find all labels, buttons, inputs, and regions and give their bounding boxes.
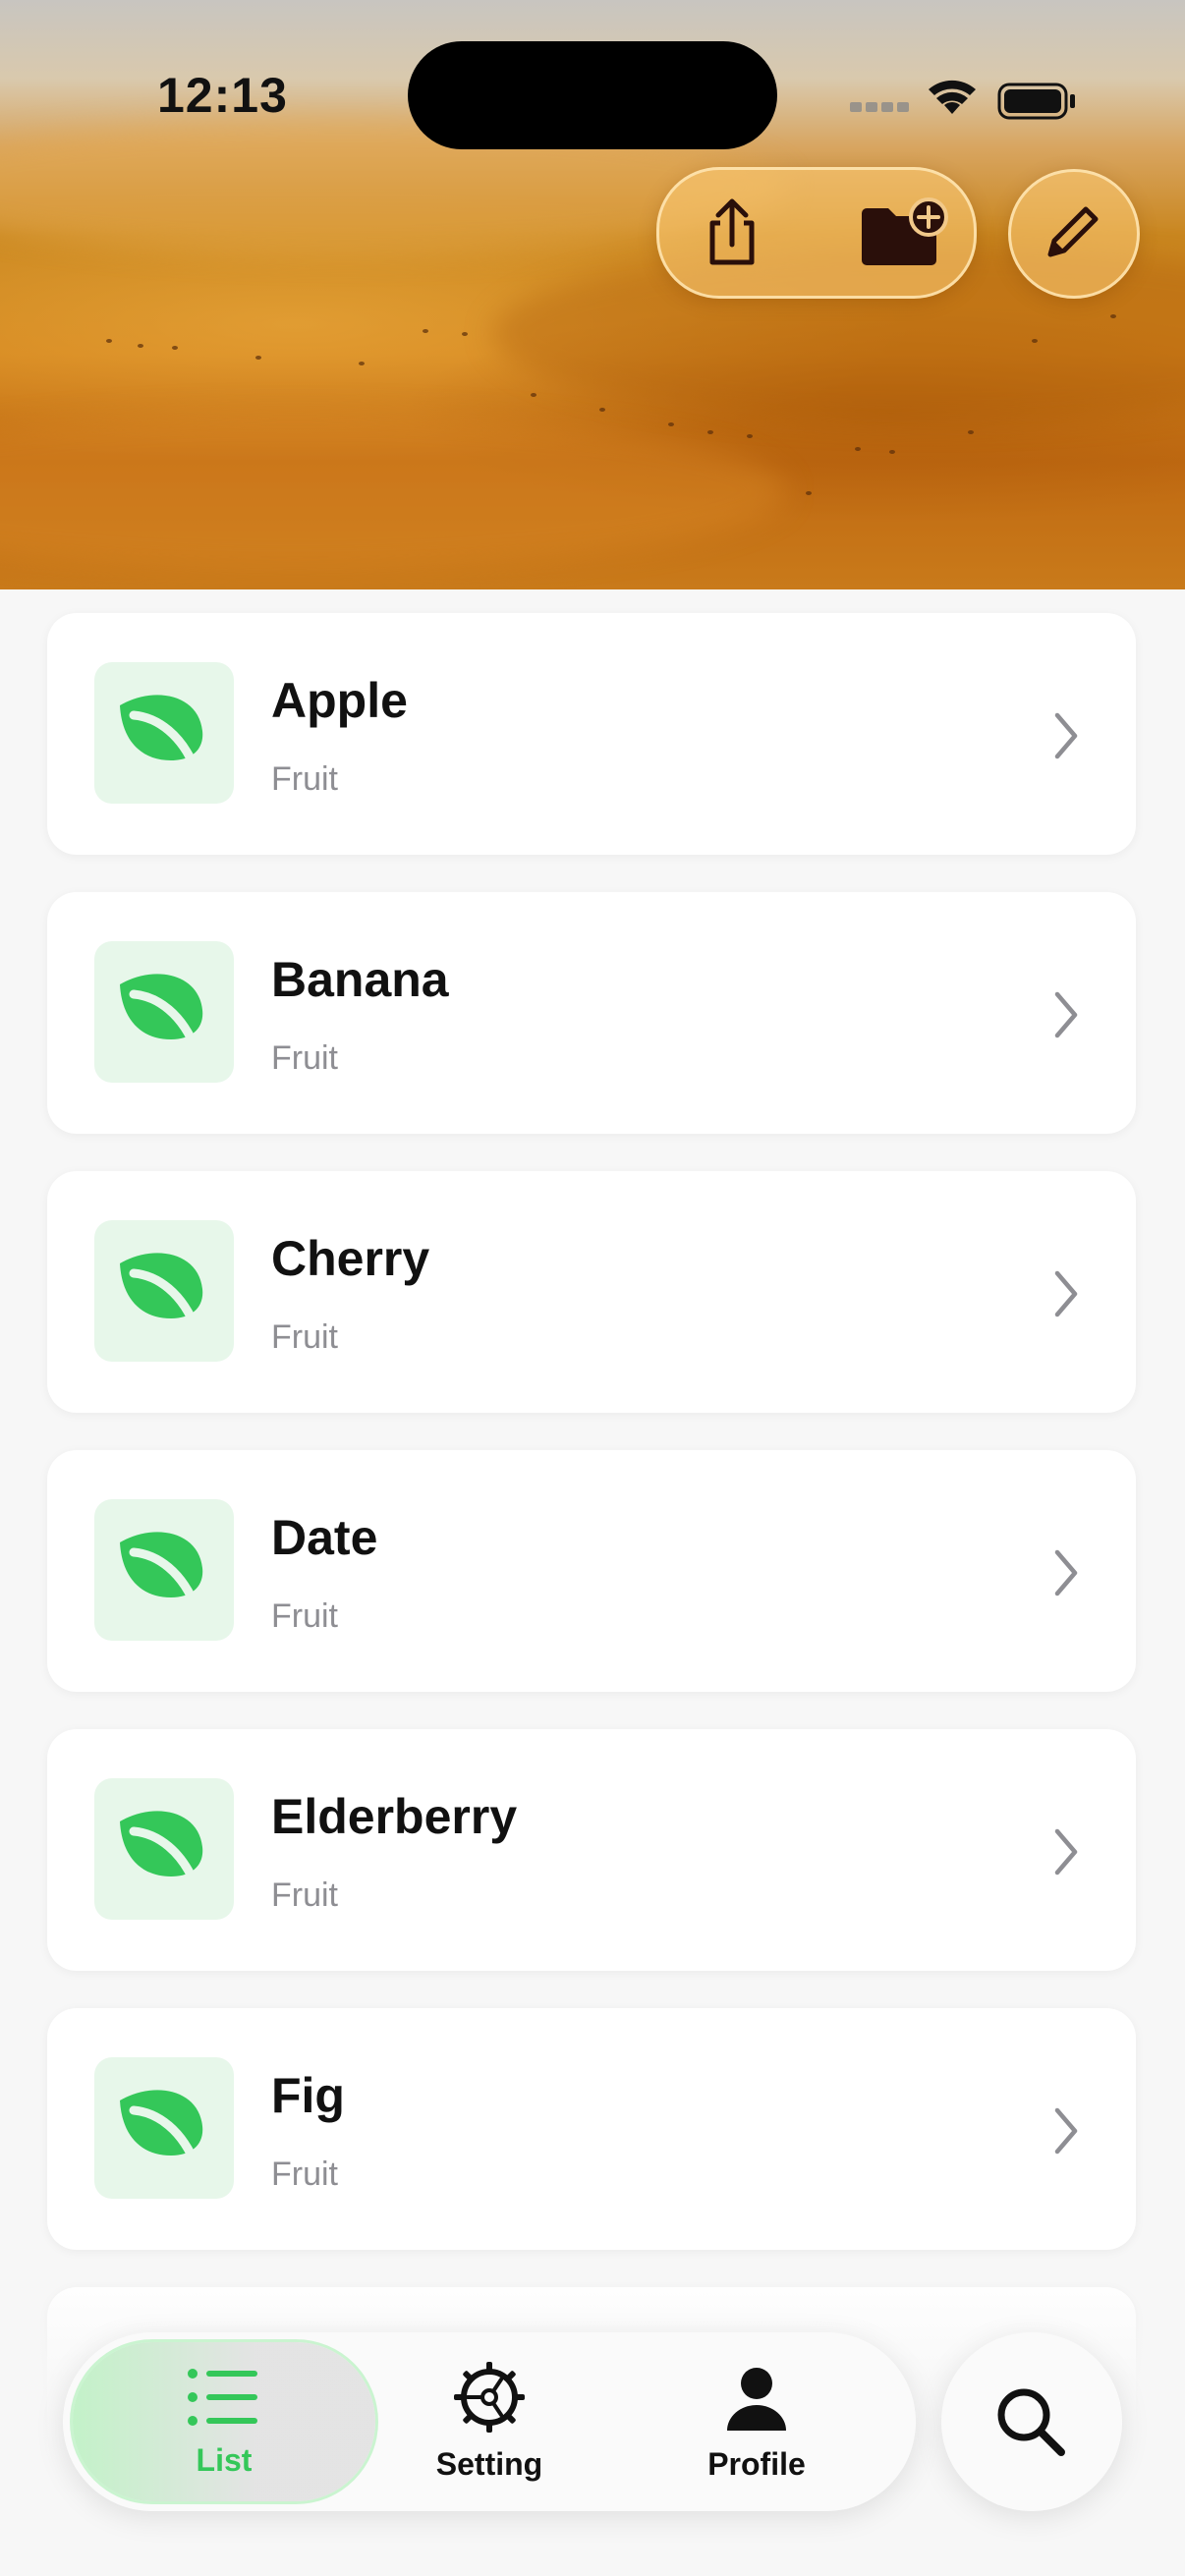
- chevron-right-icon: [1054, 1270, 1078, 1317]
- leaf-icon-tile: [94, 662, 234, 804]
- person-icon: [727, 2368, 786, 2431]
- header-actions-pill: [656, 167, 977, 299]
- item-subtitle: Fruit: [271, 1876, 338, 1914]
- leaf-icon-tile: [94, 2057, 234, 2199]
- list-item[interactable]: Apple Fruit: [47, 613, 1136, 855]
- battery-icon: [997, 83, 1075, 120]
- item-subtitle: Fruit: [271, 1039, 338, 1077]
- leaf-icon-tile: [94, 1778, 234, 1920]
- item-title: Date: [271, 1510, 378, 1565]
- chevron-right-icon: [1054, 712, 1078, 759]
- list-item[interactable]: Banana Fruit: [47, 892, 1136, 1134]
- list-item[interactable]: Elderberry Fruit: [47, 1729, 1136, 1971]
- chevron-right-icon: [1051, 2106, 1081, 2160]
- item-subtitle: Fruit: [271, 2156, 338, 2193]
- share-icon: [709, 198, 755, 265]
- item-title: Elderberry: [271, 1789, 518, 1844]
- leaf-icon: [120, 1532, 203, 1614]
- chevron-right-icon: [1051, 1548, 1081, 1602]
- status-icons: [850, 71, 1086, 120]
- chevron-right-icon: [1051, 711, 1081, 765]
- item-subtitle: Fruit: [271, 760, 338, 798]
- chevron-right-icon: [1054, 1549, 1078, 1596]
- share-button[interactable]: [693, 194, 771, 272]
- leaf-icon: [120, 1811, 203, 1893]
- leaf-icon-tile: [94, 1220, 234, 1362]
- search-button[interactable]: [941, 2332, 1122, 2511]
- dynamic-island: [408, 41, 777, 149]
- tab-setting[interactable]: Setting: [381, 2362, 597, 2484]
- chevron-right-icon: [1051, 990, 1081, 1044]
- tab-list-label: List: [196, 2442, 253, 2478]
- new-folder-button[interactable]: [856, 196, 950, 274]
- tab-profile-label: Profile: [707, 2446, 806, 2482]
- item-title: Apple: [271, 673, 408, 728]
- item-subtitle: Fruit: [271, 1318, 338, 1356]
- leaf-icon: [120, 695, 203, 777]
- item-title: Fig: [271, 2068, 345, 2123]
- chevron-right-icon: [1054, 2107, 1078, 2155]
- tab-list[interactable]: List: [116, 2366, 332, 2484]
- list-item[interactable]: Date Fruit: [47, 1450, 1136, 1692]
- tab-setting-label: Setting: [435, 2446, 543, 2482]
- cellular-signal-icon: [850, 102, 909, 112]
- gear-icon: [454, 2362, 525, 2433]
- edit-button[interactable]: [1008, 169, 1140, 299]
- item-subtitle: Fruit: [271, 1597, 338, 1635]
- list-item[interactable]: Cherry Fruit: [47, 1171, 1136, 1413]
- leaf-icon-tile: [94, 1499, 234, 1641]
- chevron-right-icon: [1054, 1828, 1078, 1876]
- leaf-icon: [120, 974, 203, 1056]
- item-title: Cherry: [271, 1231, 430, 1286]
- folder-badge-plus-icon: [862, 197, 948, 265]
- chevron-right-icon: [1054, 991, 1078, 1038]
- tab-profile[interactable]: Profile: [649, 2366, 865, 2484]
- list-bullet-icon: [188, 2369, 257, 2426]
- tab-bar: List Setting Profile: [63, 2332, 916, 2511]
- wifi-icon: [929, 80, 976, 114]
- leaf-icon-tile: [94, 941, 234, 1083]
- pencil-icon: [1047, 206, 1099, 257]
- chevron-right-icon: [1051, 1269, 1081, 1323]
- status-time: 12:13: [157, 68, 288, 123]
- leaf-icon: [120, 2090, 203, 2172]
- magnifying-glass-icon: [997, 2388, 1065, 2456]
- item-title: Banana: [271, 952, 449, 1007]
- chevron-right-icon: [1051, 1827, 1081, 1881]
- list-item[interactable]: Fig Fruit: [47, 2008, 1136, 2250]
- leaf-icon: [120, 1253, 203, 1335]
